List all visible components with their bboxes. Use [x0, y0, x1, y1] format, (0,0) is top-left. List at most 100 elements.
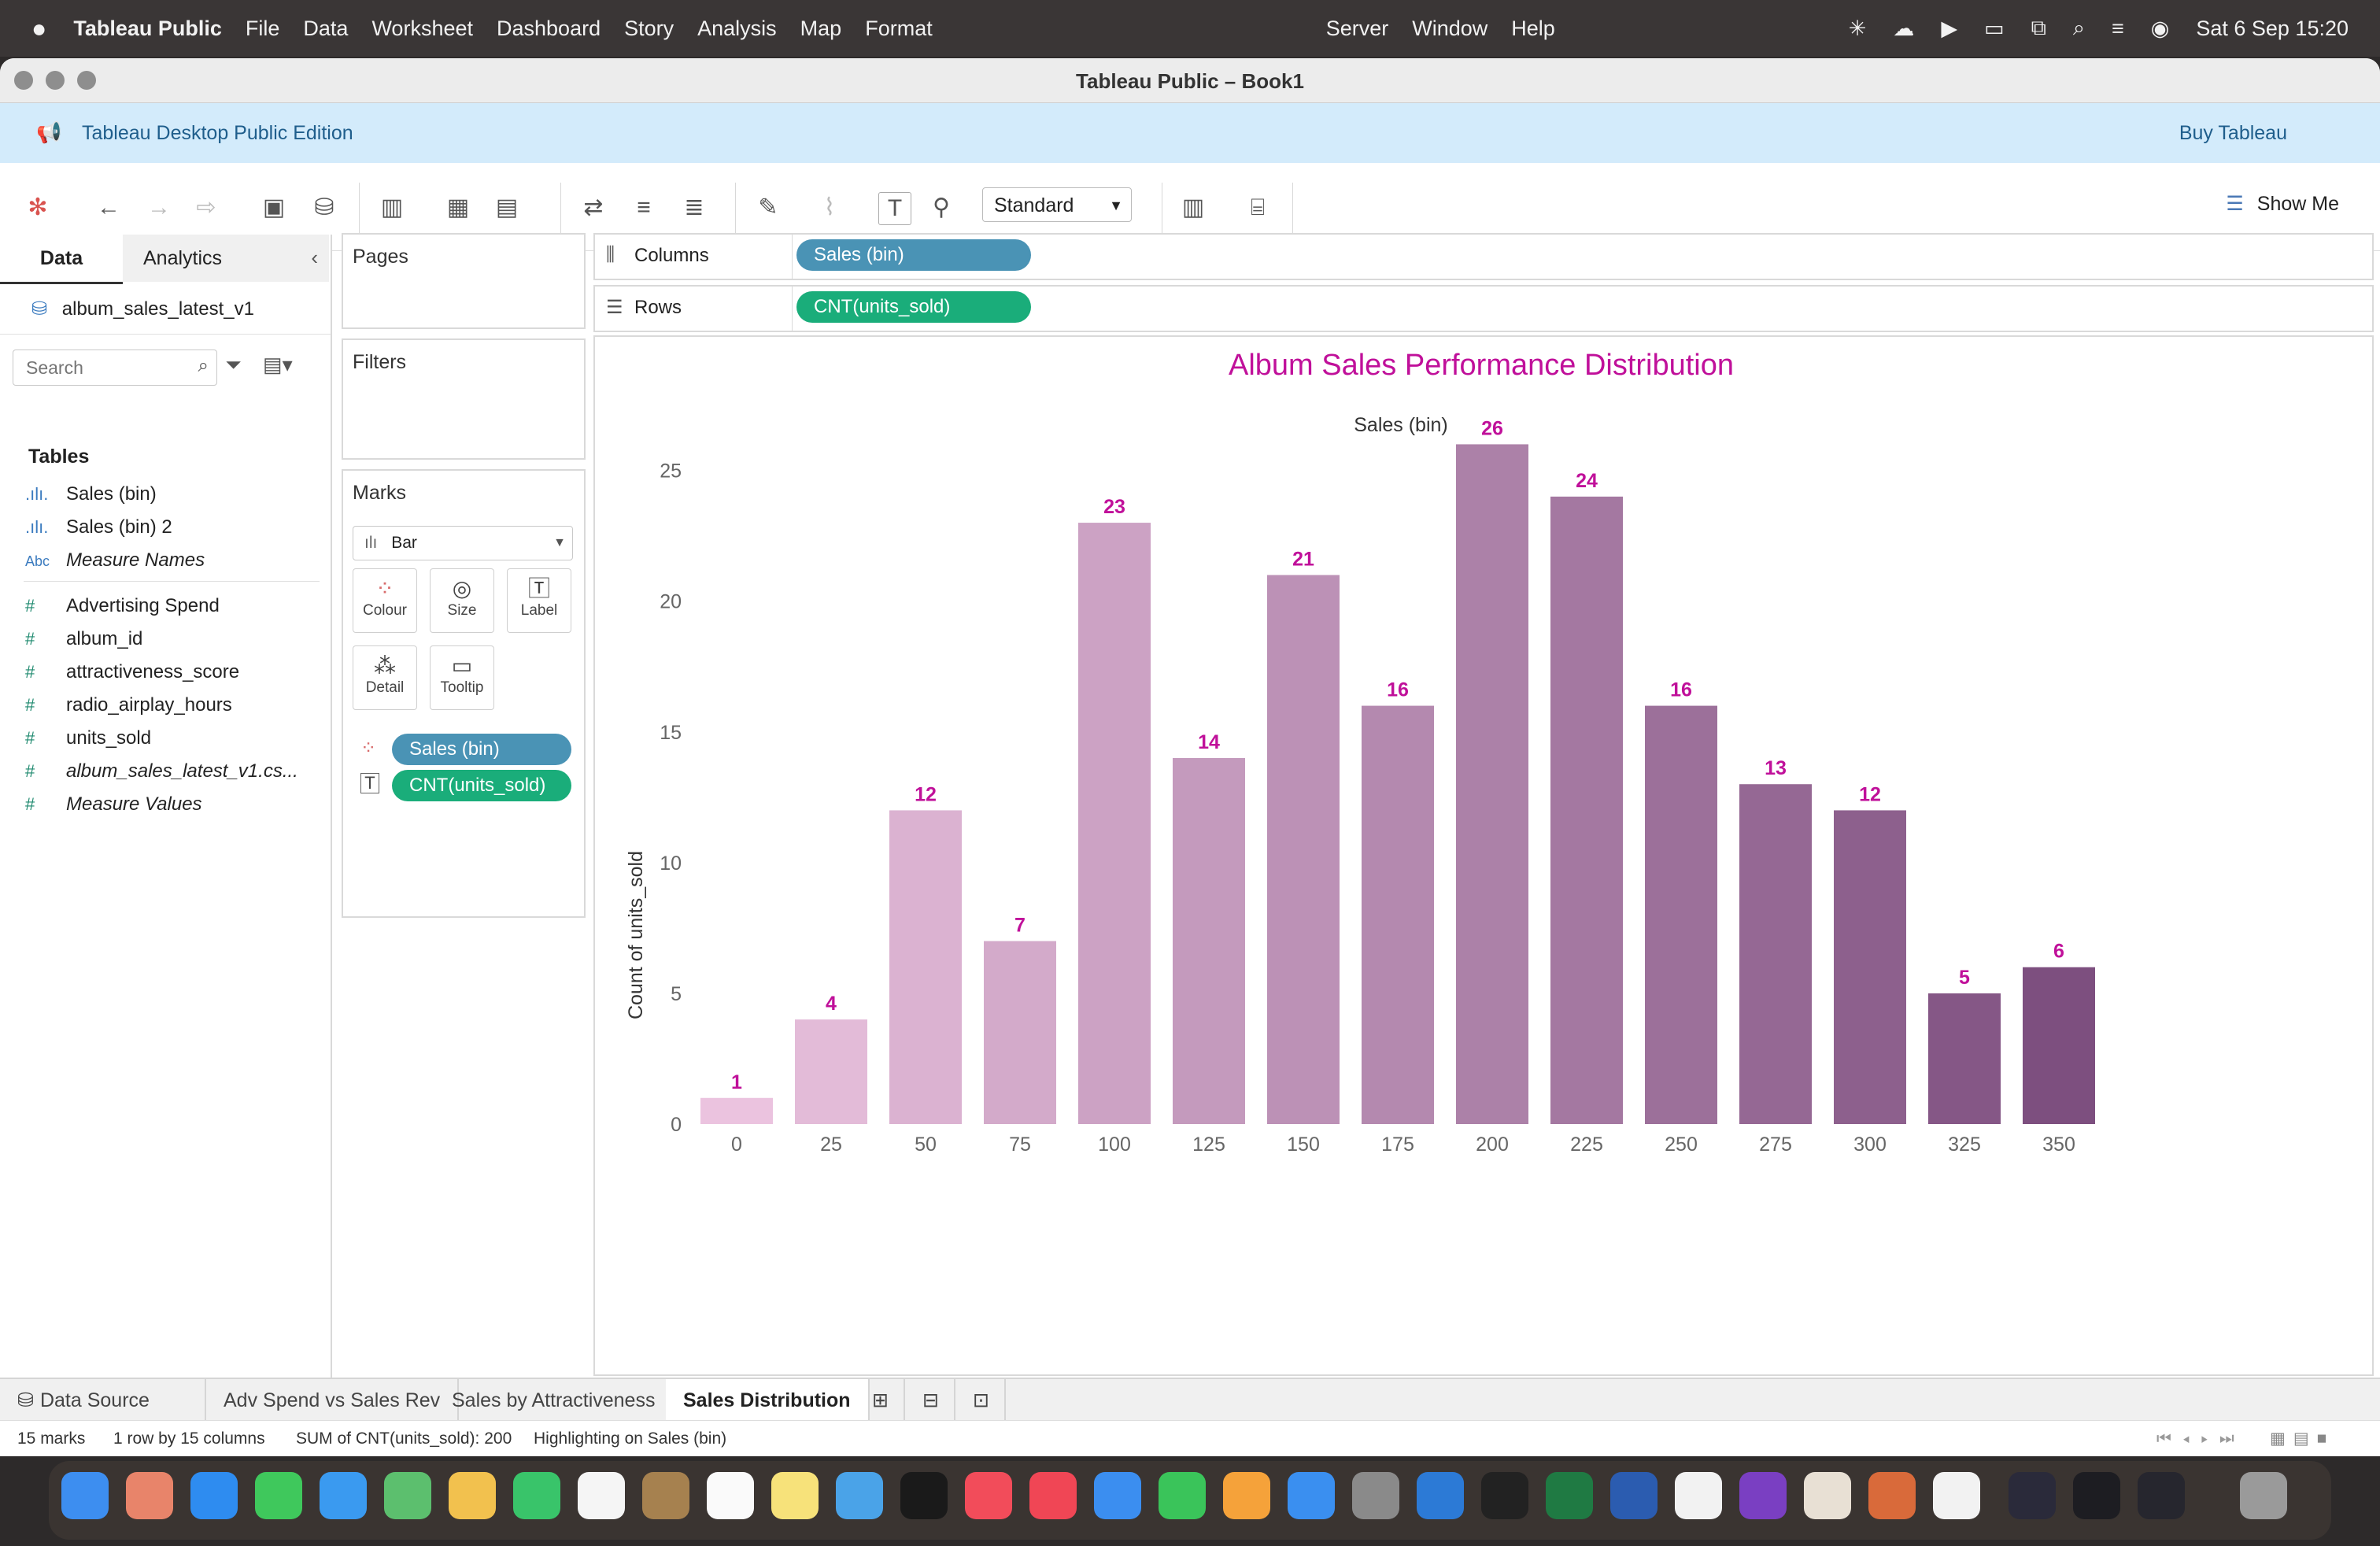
menu-clock[interactable]: Sat 6 Sep 15:20 [2196, 17, 2349, 41]
field-advertising-spend[interactable]: # Advertising Spend [25, 590, 220, 622]
launchpad-icon[interactable] [126, 1472, 173, 1519]
recent-window-thumbnail-icon[interactable] [2009, 1472, 2056, 1519]
apple-tv-icon[interactable] [900, 1472, 948, 1519]
colour-button[interactable]: ⁘ Colour [353, 568, 417, 633]
columns-pill-sales-bin[interactable]: Sales (bin) [796, 239, 1031, 271]
sheet-navigation-icon[interactable]: ⏮◂▸⏭ [2156, 1421, 2245, 1456]
menu-app-name[interactable]: Tableau Public [73, 17, 222, 41]
field-search-box[interactable]: ⌕ [13, 350, 217, 386]
photos-icon[interactable] [449, 1472, 496, 1519]
new-dashboard-tab-icon[interactable]: ⊟ [905, 1379, 955, 1422]
keynote-icon[interactable] [1094, 1472, 1141, 1519]
menu-story[interactable]: Story [624, 17, 674, 41]
numbers-icon[interactable] [1159, 1472, 1206, 1519]
bar-175[interactable] [1362, 705, 1434, 1124]
field-measure-values[interactable]: # Measure Values [25, 789, 202, 820]
safari-icon[interactable] [190, 1472, 238, 1519]
tab-analytics[interactable]: Analytics [123, 235, 329, 282]
marks-pill-cnt-units-sold[interactable]: CNT(units_sold) [392, 770, 571, 801]
save-icon[interactable]: ▣ [258, 192, 290, 224]
terminal-icon[interactable] [1481, 1472, 1528, 1519]
system-settings-icon[interactable] [1352, 1472, 1399, 1519]
bar-225[interactable] [1550, 496, 1623, 1124]
notes-icon[interactable] [771, 1472, 819, 1519]
filters-card[interactable]: Filters [342, 338, 586, 460]
field-attractiveness-score[interactable]: # attractiveness_score [25, 656, 239, 688]
play-status-icon[interactable]: ▶ [1941, 17, 1957, 41]
show-mark-labels-icon[interactable]: T [878, 192, 911, 225]
collapse-pane-icon[interactable]: ‹ [311, 246, 318, 270]
field-sales-bin-2[interactable]: .ılı. Sales (bin) 2 [25, 512, 172, 543]
menu-help[interactable]: Help [1511, 17, 1555, 41]
bar-100[interactable] [1078, 523, 1151, 1124]
show-me-button[interactable]: ☰ Show Me [2226, 192, 2339, 216]
menu-format[interactable]: Format [865, 17, 933, 41]
app-store-icon[interactable] [1288, 1472, 1335, 1519]
menu-analysis[interactable]: Analysis [697, 17, 777, 41]
group-members-icon[interactable]: ⌇ [814, 192, 845, 224]
field-search-input[interactable] [24, 357, 185, 379]
clear-sheet-icon[interactable]: ▤ [491, 192, 523, 224]
bar-200[interactable] [1456, 444, 1528, 1124]
battery-icon[interactable]: ▭ [1984, 17, 2005, 41]
new-worksheet-tab-icon[interactable]: ⊞ [855, 1379, 905, 1422]
bar-25[interactable] [795, 1019, 867, 1124]
duplicate-sheet-icon[interactable]: ▦ [442, 192, 474, 224]
redo-icon[interactable]: → [143, 192, 175, 224]
bar-0[interactable] [700, 1097, 773, 1124]
bar-150[interactable] [1267, 575, 1340, 1125]
messages-icon[interactable] [255, 1472, 302, 1519]
columns-shelf[interactable]: ⫼ Columns Sales (bin) [593, 233, 2374, 280]
mail-icon[interactable] [320, 1472, 367, 1519]
view-size-dropdown[interactable]: Standard ▼ [982, 187, 1132, 222]
menu-map[interactable]: Map [800, 17, 842, 41]
menu-file[interactable]: File [246, 17, 280, 41]
sheet-tab-adv-spend[interactable]: Adv Spend vs Sales Rev [206, 1379, 460, 1422]
facetime-icon[interactable] [513, 1472, 560, 1519]
rows-pill-cnt-units-sold[interactable]: CNT(units_sold) [796, 291, 1031, 323]
field-album-id[interactable]: # album_id [25, 623, 142, 655]
swap-rows-columns-icon[interactable]: ⇄ [578, 192, 609, 224]
field-radio-airplay-hours[interactable]: # radio_airplay_hours [25, 690, 232, 721]
mark-type-dropdown[interactable]: ılı Bar ▼ [353, 526, 573, 560]
excel-icon[interactable] [1546, 1472, 1593, 1519]
calendar-icon[interactable] [578, 1472, 625, 1519]
sort-ascending-icon[interactable]: ≡ [628, 192, 660, 224]
menu-worksheet[interactable]: Worksheet [371, 17, 473, 41]
marks-pill-sales-bin[interactable]: Sales (bin) [392, 734, 571, 765]
datasource-row[interactable]: ⛁ album_sales_latest_v1 [31, 298, 254, 320]
music-icon[interactable] [965, 1472, 1012, 1519]
buy-tableau-link[interactable]: Buy Tableau [2179, 122, 2287, 145]
clock-icon[interactable] [1675, 1472, 1722, 1519]
freeform-icon[interactable] [836, 1472, 883, 1519]
bar-325[interactable] [1928, 993, 2001, 1124]
label-button[interactable]: 🅃 Label [507, 568, 571, 633]
field-sales-bin[interactable]: .ılı. Sales (bin) [25, 479, 157, 510]
sheet-tab-sales-distribution[interactable]: Sales Distribution [666, 1379, 870, 1422]
tooltip-button[interactable]: ▭ Tooltip [430, 645, 494, 710]
tableau-icon[interactable] [1933, 1472, 1980, 1519]
menu-server[interactable]: Server [1326, 17, 1389, 41]
bar-275[interactable] [1739, 784, 1812, 1124]
fix-axes-icon[interactable]: ⚲ [926, 192, 957, 224]
bar-50[interactable] [889, 810, 962, 1124]
new-story-tab-icon[interactable]: ⊡ [955, 1379, 1006, 1422]
github-desktop-icon[interactable] [1739, 1472, 1787, 1519]
bar-300[interactable] [1834, 810, 1906, 1124]
word-icon[interactable] [1610, 1472, 1658, 1519]
field-record-count[interactable]: # album_sales_latest_v1.cs... [25, 756, 298, 787]
siri-icon[interactable]: ◉ [2151, 17, 2170, 41]
preview-icon[interactable] [1804, 1472, 1851, 1519]
new-data-source-icon[interactable]: ⛁ [309, 192, 340, 224]
contacts-icon[interactable] [642, 1472, 689, 1519]
claude-icon[interactable] [1868, 1472, 1916, 1519]
maps-icon[interactable] [384, 1472, 431, 1519]
apple-logo-icon[interactable]: ● [31, 14, 46, 43]
undo-icon[interactable]: ← [93, 192, 124, 224]
trash-icon[interactable] [2240, 1472, 2287, 1519]
menu-dashboard[interactable]: Dashboard [497, 17, 601, 41]
filter-icon[interactable]: ⏷ [225, 353, 242, 378]
reminders-icon[interactable] [707, 1472, 754, 1519]
recent-window-thumbnail-icon[interactable] [2138, 1472, 2185, 1519]
field-measure-names[interactable]: Abc Measure Names [25, 545, 205, 576]
